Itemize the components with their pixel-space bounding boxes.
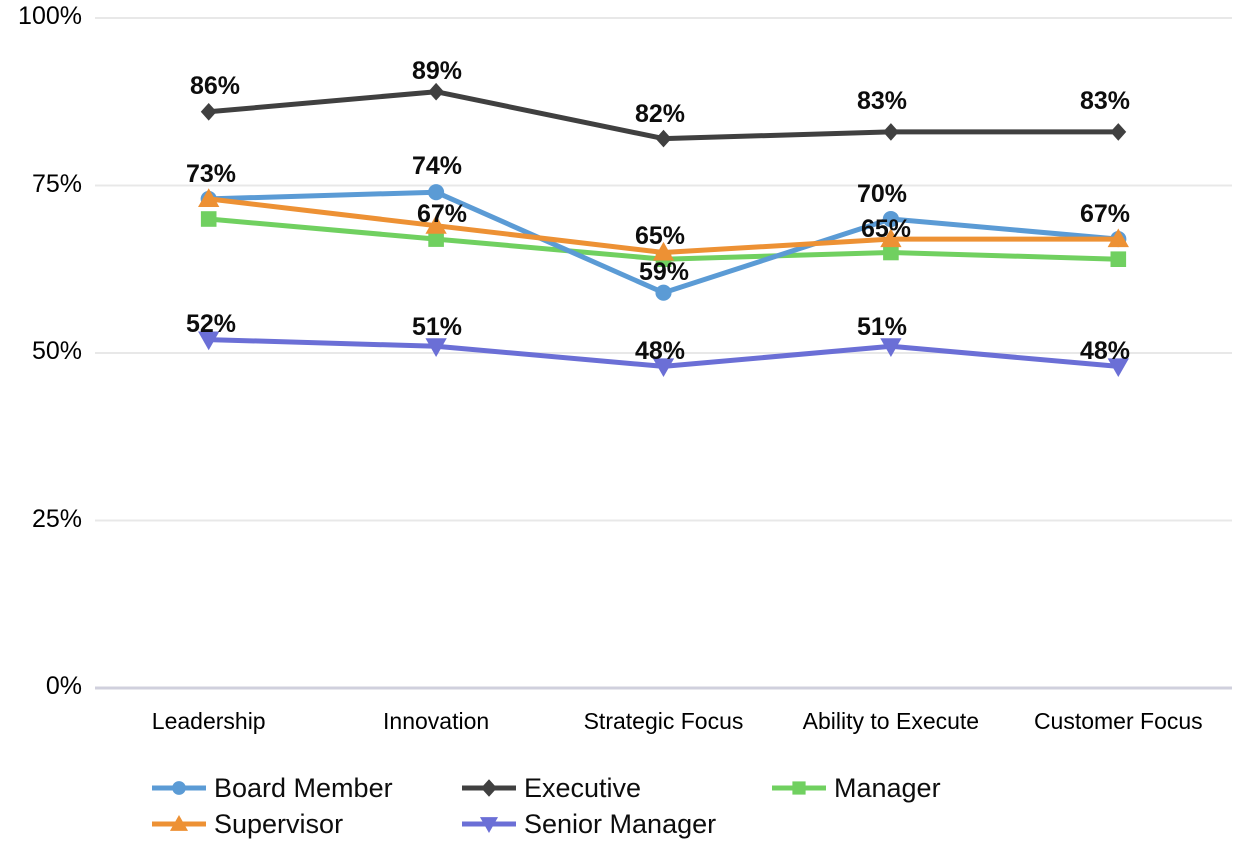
- data-label: 73%: [185, 160, 237, 188]
- legend-row: Board Member Executive Manager: [150, 770, 1110, 806]
- data-label: 70%: [856, 180, 908, 208]
- legend-marker-triangle-up: [152, 814, 206, 831]
- circle-marker: [428, 184, 445, 201]
- legend-item-label: Supervisor: [214, 808, 344, 839]
- data-label: 51%: [856, 313, 908, 341]
- diamond-marker: [481, 779, 497, 797]
- diamond-marker: [882, 123, 899, 141]
- data-label: 48%: [634, 337, 686, 365]
- y-axis-tick-label: 100%: [18, 2, 82, 30]
- data-label: 74%: [411, 152, 463, 180]
- square-marker: [200, 211, 217, 227]
- y-axis-tick-label: 50%: [31, 337, 82, 365]
- chart-legend: Board Member Executive Manager Supervisor S…: [150, 770, 1110, 842]
- legend-marker-square: [772, 781, 826, 795]
- data-label: 67%: [1079, 200, 1131, 228]
- y-axis-tick-label: 75%: [31, 169, 82, 198]
- data-label: 52%: [185, 310, 237, 338]
- legend-row: Supervisor Senior Manager: [150, 806, 1110, 842]
- legend-item-supervisor[interactable]: Supervisor: [150, 809, 460, 840]
- data-label: 48%: [1079, 337, 1131, 365]
- diamond-marker: [655, 129, 672, 148]
- data-label: 51%: [411, 313, 463, 341]
- square-marker: [1110, 251, 1127, 267]
- legend-item-label: Board Member: [214, 772, 393, 803]
- legend-marker-triangle-down: [462, 817, 516, 834]
- data-label: 65%: [860, 215, 912, 243]
- legend-item-label: Executive: [524, 772, 642, 803]
- legend-item-manager[interactable]: Manager: [770, 773, 1070, 804]
- data-label: 86%: [189, 72, 241, 100]
- data-label: 65%: [634, 222, 686, 250]
- y-axis-tick-label: 25%: [31, 504, 82, 533]
- data-label: 82%: [634, 100, 686, 128]
- diamond-marker: [1110, 123, 1127, 141]
- data-label: 83%: [1079, 87, 1131, 115]
- legend-item-senior-manager[interactable]: Senior Manager: [460, 809, 800, 840]
- line-chart: 0% 25% 50% 75% 100% Leadership Innovation Stra…: [0, 0, 1244, 853]
- legend-marker-circle: [152, 781, 206, 795]
- legend-item-executive[interactable]: Executive: [460, 773, 770, 804]
- circle-marker: [172, 781, 186, 795]
- x-axis-tick-label: Customer Focus: [1033, 708, 1203, 734]
- diamond-marker: [200, 103, 217, 121]
- data-label: 67%: [416, 200, 468, 228]
- legend-item-board-member[interactable]: Board Member: [150, 773, 460, 804]
- data-label: 83%: [856, 87, 908, 115]
- circle-marker: [655, 284, 672, 301]
- legend-item-label: Senior Manager: [524, 808, 717, 839]
- data-label: 89%: [411, 57, 463, 85]
- legend-item-label: Manager: [834, 772, 941, 803]
- square-marker: [792, 781, 806, 795]
- data-label: 59%: [638, 258, 690, 286]
- y-axis-tick-label: 0%: [45, 672, 82, 700]
- legend-marker-diamond: [462, 779, 516, 797]
